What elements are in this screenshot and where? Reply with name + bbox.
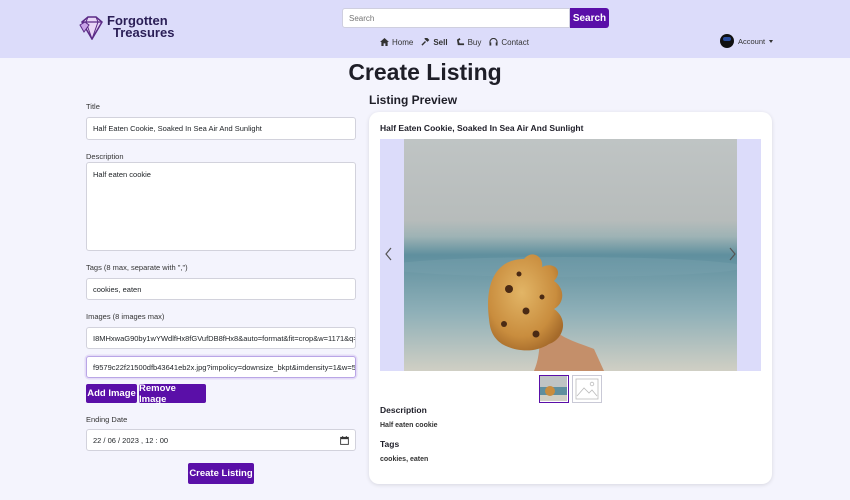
- gavel-icon: [421, 38, 430, 46]
- description-textarea[interactable]: Half eaten cookie: [86, 162, 356, 251]
- title-label: Title: [86, 102, 100, 111]
- preview-tags: cookies, eaten: [380, 456, 429, 463]
- nav-home-label: Home: [392, 37, 414, 47]
- title-input-value: Half Eaten Cookie, Soaked In Sea Air And…: [93, 124, 262, 133]
- preview-title: Half Eaten Cookie, Soaked In Sea Air And…: [380, 123, 584, 133]
- preview-description-heading: Description: [380, 405, 427, 415]
- ending-date-input[interactable]: 22 / 06 / 2023 , 12 : 00: [86, 429, 356, 451]
- diamond-icon: [79, 16, 103, 40]
- home-icon: [380, 38, 389, 46]
- nav-sell-label: Sell: [433, 37, 448, 47]
- account-menu[interactable]: Account: [720, 34, 774, 48]
- nav-home[interactable]: Home: [380, 36, 413, 48]
- nav-contact[interactable]: Contact: [489, 36, 529, 48]
- tags-label: Tags (8 max, separate with ","): [86, 263, 188, 272]
- search-button[interactable]: Search: [570, 8, 609, 28]
- listing-preview-card: Half Eaten Cookie, Soaked In Sea Air And…: [369, 112, 772, 484]
- tags-input[interactable]: cookies, eaten: [86, 278, 356, 300]
- ending-date-label: Ending Date: [86, 415, 128, 424]
- nav-buy-label: Buy: [467, 37, 482, 47]
- account-label: Account: [738, 36, 766, 46]
- remove-image-button-label: Remove Image: [139, 382, 176, 405]
- add-image-button-label: Add Image: [87, 388, 136, 399]
- nav-sell[interactable]: Sell: [421, 36, 448, 48]
- calendar-icon[interactable]: [340, 435, 349, 445]
- create-listing-button-label: Create Listing: [189, 468, 253, 479]
- brand-logo[interactable]: Forgotten Treasures: [78, 14, 178, 44]
- headset-icon: [489, 38, 498, 46]
- broken-image-icon: [575, 378, 599, 400]
- image-url-2-value: f9579c22f21500dfb43641eb2x.jpg?impolicy=…: [93, 362, 356, 372]
- image-url-input-1[interactable]: I8MHxwaG90by1wYWdlfHx8fGVufDB8fHx8&auto=…: [86, 327, 356, 349]
- search-button-label: Search: [572, 12, 607, 24]
- avatar: [720, 34, 734, 48]
- image-url-1-value: I8MHxwaG90by1wYWdlfHx8fGVufDB8fHx8&auto=…: [93, 333, 356, 343]
- images-label: Images (8 images max): [86, 312, 165, 321]
- carousel-prev-icon[interactable]: [385, 247, 392, 261]
- buy-icon: [456, 38, 464, 46]
- preview-tags-heading: Tags: [380, 439, 400, 449]
- page-title: Create Listing: [348, 59, 502, 85]
- nav-buy[interactable]: Buy: [456, 36, 482, 48]
- carousel-thumbnails: [539, 375, 602, 403]
- main-nav: Home Sell Buy Contact: [380, 36, 529, 48]
- add-image-button[interactable]: Add Image: [86, 384, 137, 403]
- carousel-next-icon[interactable]: [729, 247, 736, 261]
- thumbnail-2[interactable]: [572, 375, 602, 403]
- remove-image-button[interactable]: Remove Image: [139, 382, 206, 405]
- brand-line2: Treasures: [113, 25, 175, 40]
- carousel-image: [404, 139, 737, 371]
- create-listing-button[interactable]: Create Listing: [188, 463, 254, 484]
- title-input[interactable]: Half Eaten Cookie, Soaked In Sea Air And…: [86, 117, 356, 140]
- brand-name: Forgotten Treasures: [107, 14, 175, 40]
- top-navbar: Forgotten Treasures Search Home Sell Buy…: [0, 0, 850, 58]
- search-input[interactable]: [342, 8, 570, 28]
- preview-description: Half eaten cookie: [380, 422, 438, 429]
- cookie-photo: [404, 139, 737, 371]
- nav-contact-label: Contact: [501, 37, 529, 47]
- description-label: Description: [86, 152, 124, 161]
- cookie-thumbnail-image: [540, 376, 567, 401]
- image-url-input-2[interactable]: f9579c22f21500dfb43641eb2x.jpg?impolicy=…: [86, 356, 356, 378]
- preview-heading: Listing Preview: [369, 93, 458, 107]
- ending-date-value: 22 / 06 / 2023 , 12 : 00: [93, 435, 169, 445]
- description-textarea-value: Half eaten cookie: [93, 170, 151, 179]
- image-carousel: [380, 139, 761, 371]
- thumbnail-1[interactable]: [539, 375, 569, 403]
- chevron-down-icon: [769, 39, 774, 43]
- tags-input-value: cookies, eaten: [93, 284, 142, 294]
